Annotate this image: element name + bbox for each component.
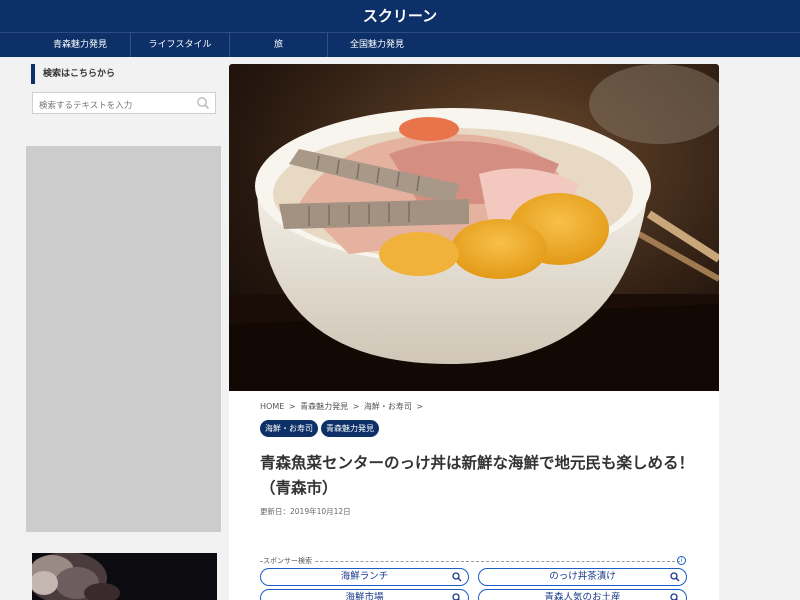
breadcrumb-category[interactable]: 青森魅力発見: [300, 402, 348, 411]
search-input[interactable]: [33, 96, 193, 116]
global-nav: 青森魅力発見 ライフスタイル 旅 全国魅力発見: [0, 32, 800, 57]
search-heading: 検索はこちらから: [31, 64, 217, 84]
sidebar-sakura-night-photo[interactable]: [32, 553, 217, 600]
site-header: スクリーン: [0, 0, 800, 32]
breadcrumb: HOME > 青森魅力発見 > 海鮮・お寿司 >: [260, 401, 425, 412]
sponsor-link-label: のっけ丼茶漬け: [549, 571, 616, 582]
search-icon: [670, 593, 678, 600]
search-icon: [452, 593, 460, 600]
breadcrumb-separator: >: [416, 402, 424, 411]
search-icon: [670, 572, 680, 582]
info-icon[interactable]: i: [677, 556, 686, 565]
sidebar-ad-placeholder: [26, 146, 221, 532]
sidebar-search-widget: 検索はこちらから: [31, 64, 217, 116]
sponsor-link-label: 海鮮ランチ: [340, 571, 389, 582]
search-icon: [452, 572, 462, 582]
search-icon[interactable]: [196, 96, 210, 110]
nav-item-national-discovery[interactable]: 全国魅力発見: [328, 33, 426, 57]
nav-item-lifestyle[interactable]: ライフスタイル: [131, 33, 229, 57]
category-tag-seafood[interactable]: 海鮮・お寿司: [260, 420, 318, 437]
sponsor-label: スポンサー検索: [263, 556, 315, 566]
sponsor-link-label: 青森人気のお土産: [544, 592, 621, 600]
article: HOME > 青森魅力発見 > 海鮮・お寿司 > 海鮮・お寿司 青森魅力発見 青…: [229, 64, 719, 600]
breadcrumb-subcategory[interactable]: 海鮮・お寿司: [364, 402, 412, 411]
sponsor-divider: [260, 561, 680, 562]
sponsor-link[interactable]: 青森人気のお土産: [478, 589, 687, 600]
nav-item-aomori-discovery[interactable]: 青森魅力発見: [30, 33, 130, 57]
sponsor-link-label: 海鮮市場: [345, 592, 384, 600]
sponsor-link[interactable]: のっけ丼茶漬け: [478, 568, 687, 586]
updated-date: 更新日：2019年10月12日: [260, 507, 351, 516]
breadcrumb-home[interactable]: HOME: [260, 402, 284, 411]
sponsor-link[interactable]: 海鮮ランチ: [260, 568, 469, 586]
breadcrumb-separator: >: [352, 402, 360, 411]
search-box: [32, 92, 216, 116]
breadcrumb-separator: >: [288, 402, 296, 411]
sponsor-link[interactable]: 海鮮市場: [260, 589, 469, 600]
site-title[interactable]: スクリーン: [0, 5, 800, 26]
hero-image-nokkedon-bowl: [229, 64, 719, 391]
category-tag-aomori[interactable]: 青森魅力発見: [321, 420, 379, 437]
page-title: 青森魚菜センターのっけ丼は新鮮な海鮮で地元民も楽しめる！（青森市）: [260, 454, 695, 497]
nav-item-travel[interactable]: 旅: [230, 33, 327, 57]
